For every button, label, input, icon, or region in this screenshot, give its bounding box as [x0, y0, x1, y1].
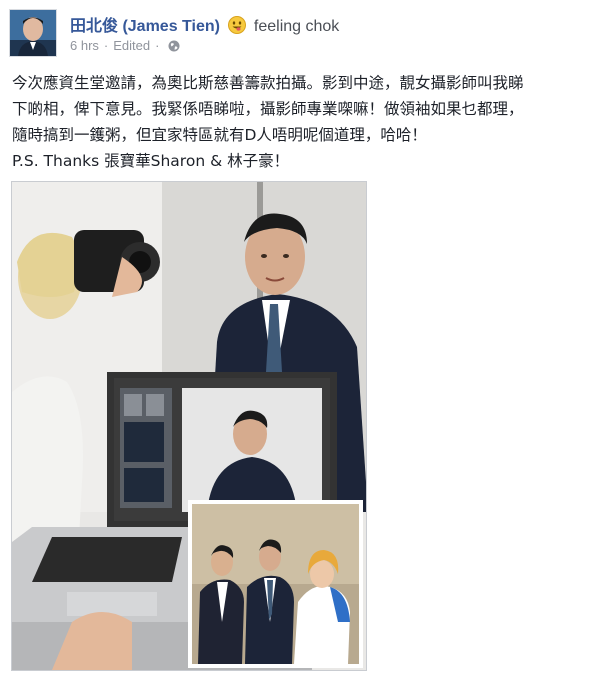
post-text-line: 下啲相，俾下意見。我緊係唔睇啦，攝影師專業㗎嘛！做領袖如果乜都理，	[12, 100, 524, 118]
edited-link[interactable]: Edited	[113, 38, 150, 53]
feeling-text[interactable]: feeling chok	[254, 18, 339, 35]
globe-icon[interactable]	[168, 40, 180, 52]
post-photo[interactable]	[11, 181, 367, 671]
meta-separator: ·	[103, 38, 109, 53]
post-text: 今次應資生堂邀請，為奧比斯慈善籌款拍攝。影到中途，靚女攝影師叫我睇 下啲相，俾下…	[12, 70, 592, 174]
author-avatar[interactable]	[9, 9, 57, 57]
post-text-line: 今次應資生堂邀請，為奧比斯慈善籌款拍攝。影到中途，靚女攝影師叫我睇	[12, 74, 524, 92]
grinning-tongue-emoji-icon	[228, 16, 247, 34]
post-text-line: 隨時搞到一鑊粥，但宜家特區就有D人唔明呢個道理，哈哈！	[12, 126, 427, 144]
timestamp-link[interactable]: 6 hrs	[70, 38, 99, 53]
post-meta: 6 hrs · Edited ·	[70, 38, 180, 53]
author-name-link[interactable]: 田北俊 (James Tien)	[70, 18, 220, 35]
post-header: 田北俊 (James Tien) feeling chok	[70, 12, 339, 36]
post-text-line: P.S. Thanks 張寶華Sharon & 林子豪！	[12, 152, 290, 170]
meta-separator-2: ·	[155, 38, 160, 53]
